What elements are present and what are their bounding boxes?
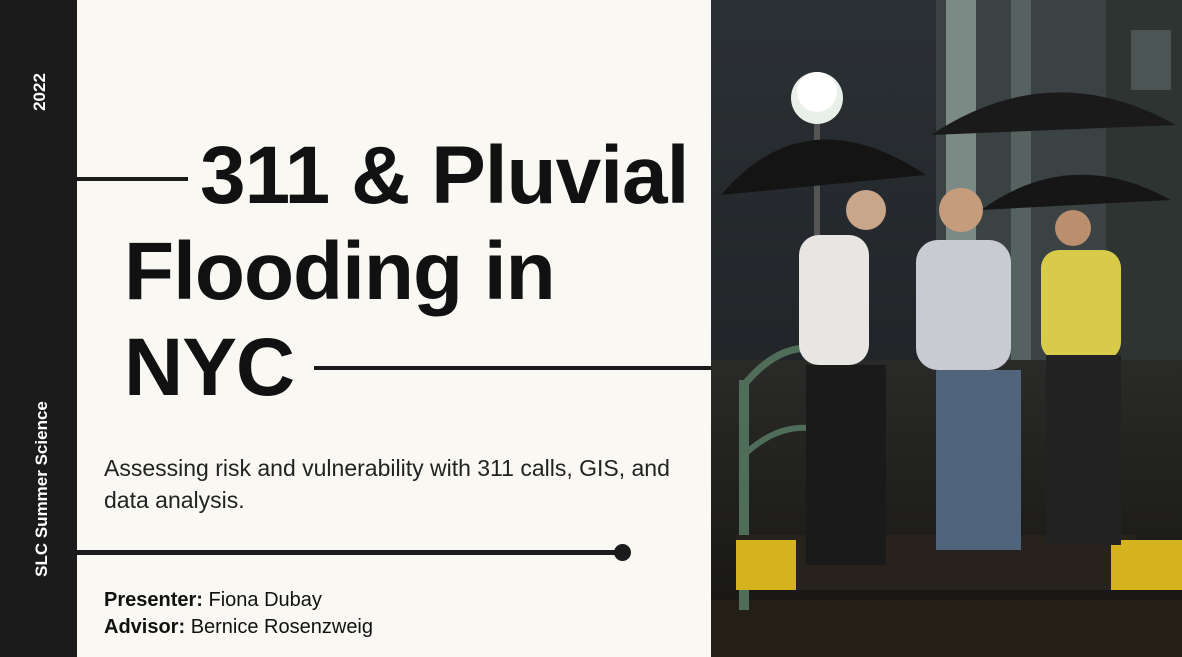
advisor-line: Advisor: Bernice Rosenzweig — [104, 614, 373, 641]
decorative-line-endpoint — [614, 544, 631, 561]
advisor-name: Bernice Rosenzweig — [190, 616, 374, 638]
title-line-2: Flooding in — [124, 226, 556, 317]
decorative-line-bottom — [77, 550, 622, 555]
sidebar: 2022 SLC Summer Science — [0, 0, 77, 657]
credits: Presenter: Fiona Dubay Advisor: Bernice … — [104, 587, 373, 641]
flood-photo-illustration — [711, 0, 1182, 657]
presenter-name: Fiona Dubay — [208, 589, 322, 611]
presenter-label: Presenter: — [104, 589, 203, 611]
presenter-line: Presenter: Fiona Dubay — [104, 587, 373, 614]
flood-photo — [711, 0, 1182, 657]
slide-subtitle: Assessing risk and vulnerability with 31… — [104, 455, 670, 513]
decorative-line-middle — [314, 366, 714, 370]
slide-title: 311 & Pluvial Flooding in NYC — [124, 128, 724, 416]
title-line-1: 311 & Pluvial — [200, 130, 689, 221]
title-slide: 2022 SLC Summer Science 311 & Pluvial Fl… — [0, 0, 1182, 657]
year-label: 2022 — [30, 73, 49, 111]
advisor-label: Advisor: — [104, 616, 186, 638]
organization-label: SLC Summer Science — [32, 401, 51, 577]
